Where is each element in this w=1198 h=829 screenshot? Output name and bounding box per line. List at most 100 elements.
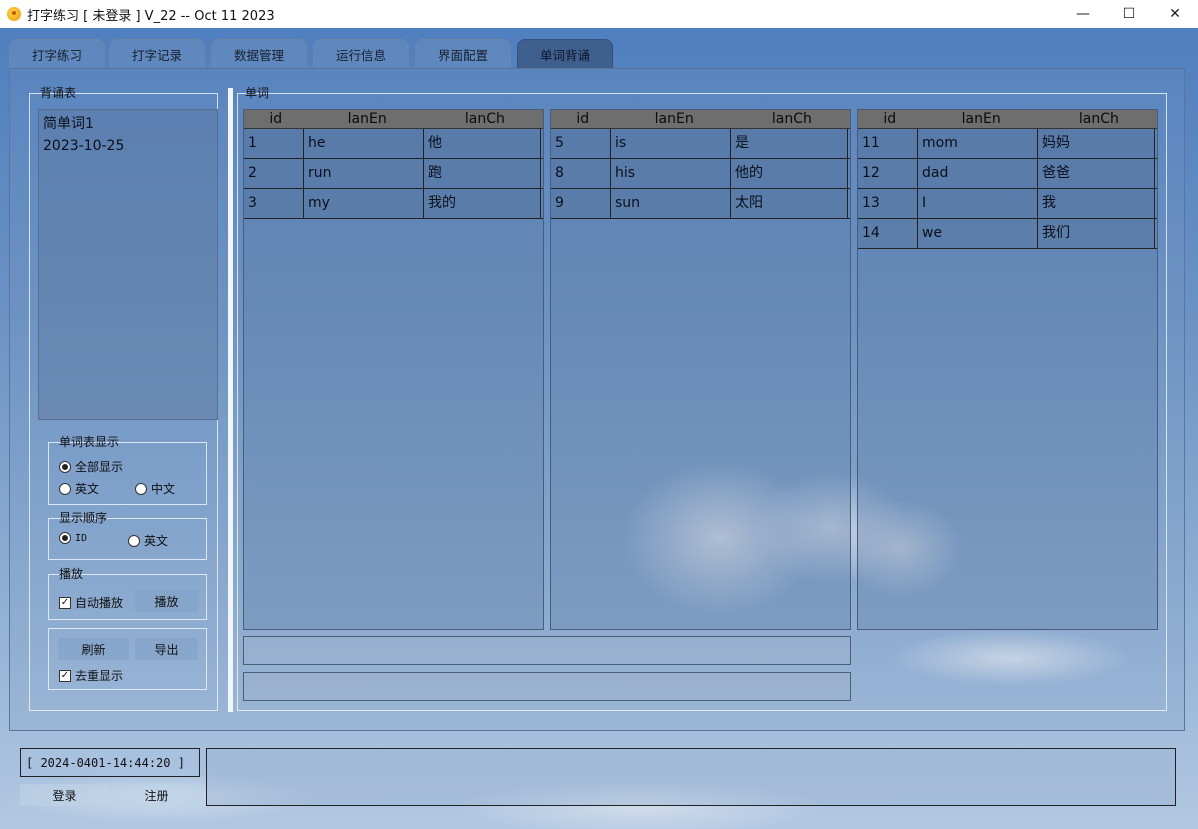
splitter-handle[interactable] (228, 88, 233, 712)
cell-ch[interactable]: 我 (1038, 189, 1155, 218)
tab-typing-practice[interactable]: 打字练习 (9, 39, 105, 69)
refresh-button[interactable]: 刷新 (58, 638, 129, 660)
list-item[interactable]: 2023-10-25 (43, 135, 213, 157)
column-header-id[interactable]: id (858, 110, 922, 128)
radio-order-id[interactable]: ID (59, 532, 87, 544)
column-header-en[interactable]: lanEn (308, 110, 427, 128)
play-button[interactable]: 播放 (135, 590, 198, 612)
radio-icon[interactable] (59, 532, 71, 544)
cell-en[interactable]: he (304, 129, 424, 158)
radio-english[interactable]: 英文 (59, 480, 99, 497)
cell-en[interactable]: is (611, 129, 731, 158)
tab-word-recite[interactable]: 单词背诵 (517, 39, 613, 68)
table-header: id lanEn lanCh (551, 110, 850, 129)
table-row[interactable]: 3 my 我的 (244, 189, 543, 219)
radio-icon[interactable] (59, 460, 71, 473)
column-header-id[interactable]: id (244, 110, 308, 128)
cell-ch[interactable]: 他 (424, 129, 541, 158)
cell-en[interactable]: mom (918, 129, 1038, 158)
table-row[interactable]: 8 his 他的 (551, 159, 850, 189)
word-input-bar-2[interactable] (243, 672, 851, 701)
cell-en[interactable]: my (304, 189, 424, 218)
table-row[interactable]: 12 dad 爸爸 (858, 159, 1157, 189)
cell-id[interactable]: 11 (858, 129, 918, 158)
cell-id[interactable]: 5 (551, 129, 611, 158)
cell-en[interactable]: sun (611, 189, 731, 218)
recite-list-title: 背诵表 (40, 86, 77, 100)
column-header-ch[interactable]: lanCh (734, 110, 850, 128)
cell-id[interactable]: 12 (858, 159, 918, 188)
cell-ch[interactable]: 跑 (424, 159, 541, 188)
export-button[interactable]: 导出 (135, 638, 198, 660)
cell-id[interactable]: 9 (551, 189, 611, 218)
radio-chinese[interactable]: 中文 (135, 480, 175, 497)
login-button[interactable]: 登录 (20, 784, 109, 806)
radio-icon[interactable] (128, 534, 140, 547)
column-header-en[interactable]: lanEn (615, 110, 734, 128)
cell-ch[interactable]: 是 (731, 129, 848, 158)
table-row[interactable]: 14 we 我们 (858, 219, 1157, 249)
cell-en[interactable]: we (918, 219, 1038, 248)
column-header-ch[interactable]: lanCh (1041, 110, 1157, 128)
table-row[interactable]: 1 he 他 (244, 129, 543, 159)
minimize-button[interactable]: — (1060, 0, 1106, 28)
cell-ch[interactable]: 我们 (1038, 219, 1155, 248)
cell-ch[interactable]: 爸爸 (1038, 159, 1155, 188)
dedupe-checkbox[interactable]: ✓ 去重显示 (59, 667, 123, 684)
auto-play-checkbox[interactable]: ✓ 自动播放 (59, 594, 123, 611)
maximize-button[interactable]: ☐ (1106, 0, 1152, 28)
word-table-2[interactable]: id lanEn lanCh 5 is 是 8 his 他的 9 sun 太阳 (550, 109, 851, 630)
table-header: id lanEn lanCh (244, 110, 543, 129)
word-table-1[interactable]: id lanEn lanCh 1 he 他 2 run 跑 3 my 我的 (243, 109, 544, 630)
tab-ui-config[interactable]: 界面配置 (415, 39, 511, 69)
checkbox-checked-icon[interactable]: ✓ (59, 669, 71, 682)
cell-id[interactable]: 1 (244, 129, 304, 158)
display-mode-title: 单词表显示 (59, 435, 120, 449)
register-button[interactable]: 注册 (112, 784, 201, 806)
list-item[interactable]: 简单词1 (43, 113, 213, 135)
checkbox-label: 去重显示 (75, 669, 124, 683)
checkbox-checked-icon[interactable]: ✓ (59, 596, 71, 609)
tab-typing-records[interactable]: 打字记录 (109, 39, 205, 69)
cell-id[interactable]: 8 (551, 159, 611, 188)
cell-en[interactable]: I (918, 189, 1038, 218)
radio-label: 全部显示 (75, 460, 124, 474)
table-header: id lanEn lanCh (858, 110, 1157, 129)
column-header-ch[interactable]: lanCh (427, 110, 543, 128)
cell-id[interactable]: 3 (244, 189, 304, 218)
column-header-id[interactable]: id (551, 110, 615, 128)
word-input-bar-1[interactable] (243, 636, 851, 665)
cell-id[interactable]: 13 (858, 189, 918, 218)
cell-en[interactable]: dad (918, 159, 1038, 188)
table-row[interactable]: 5 is 是 (551, 129, 850, 159)
table-row[interactable]: 13 I 我 (858, 189, 1157, 219)
tab-data-management[interactable]: 数据管理 (211, 39, 307, 69)
close-button[interactable]: ✕ (1152, 0, 1198, 28)
radio-show-all[interactable]: 全部显示 (59, 458, 123, 475)
status-area (206, 748, 1176, 806)
cell-ch[interactable]: 妈妈 (1038, 129, 1155, 158)
cell-en[interactable]: his (611, 159, 731, 188)
cell-ch[interactable]: 太阳 (731, 189, 848, 218)
cell-id[interactable]: 2 (244, 159, 304, 188)
radio-icon[interactable] (59, 482, 71, 495)
window-controls: — ☐ ✕ (1060, 0, 1198, 28)
table-row[interactable]: 2 run 跑 (244, 159, 543, 189)
recite-list[interactable]: 简单词1 2023-10-25 (38, 109, 218, 420)
radio-icon[interactable] (135, 482, 147, 495)
display-order-title: 显示顺序 (59, 511, 108, 525)
word-table-3[interactable]: id lanEn lanCh 11 mom 妈妈 12 dad 爸爸 13 I … (857, 109, 1158, 630)
table-row[interactable]: 11 mom 妈妈 (858, 129, 1157, 159)
radio-label: 中文 (151, 482, 176, 496)
client-area: 打字练习 打字记录 数据管理 运行信息 界面配置 单词背诵 背诵表 简单词1 2… (0, 28, 1198, 829)
cell-ch[interactable]: 我的 (424, 189, 541, 218)
tab-run-info[interactable]: 运行信息 (313, 39, 409, 69)
column-header-en[interactable]: lanEn (922, 110, 1041, 128)
radio-label: ID (75, 532, 88, 544)
cell-ch[interactable]: 他的 (731, 159, 848, 188)
table-row[interactable]: 9 sun 太阳 (551, 189, 850, 219)
radio-label: 英文 (144, 534, 169, 548)
cell-id[interactable]: 14 (858, 219, 918, 248)
cell-en[interactable]: run (304, 159, 424, 188)
radio-order-english[interactable]: 英文 (128, 532, 168, 549)
